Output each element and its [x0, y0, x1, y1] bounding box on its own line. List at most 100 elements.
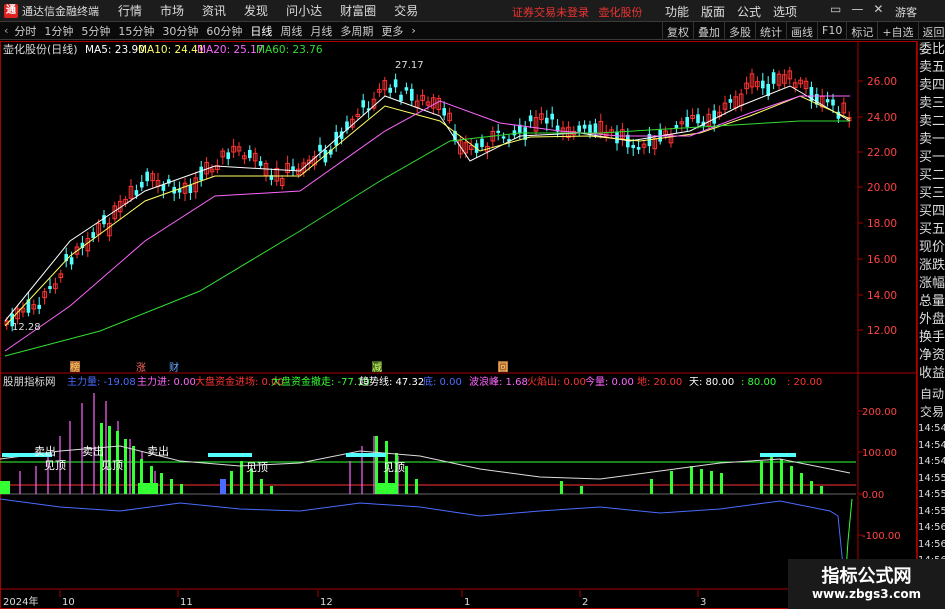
right-menu: 功能 版面 公式 选项: [665, 3, 809, 20]
side-item[interactable]: 买二: [918, 167, 945, 185]
side-item[interactable]: 现价: [918, 239, 945, 257]
period-1min[interactable]: 1分钟: [44, 23, 73, 39]
ma20-label: MA20: 25.17: [197, 44, 264, 56]
app-logo-icon: 通: [4, 3, 18, 18]
menu-layout[interactable]: 版面: [701, 3, 725, 20]
period-daily[interactable]: 日线: [250, 23, 272, 39]
side-item[interactable]: 换手: [918, 329, 945, 347]
side-item[interactable]: 卖三: [918, 95, 945, 113]
chevron-right-icon[interactable]: ›: [411, 24, 415, 37]
price-tick-label: 26.00: [867, 76, 897, 88]
sell-signal-label: 卖出: [82, 444, 104, 458]
side-item[interactable]: 卖四: [918, 77, 945, 95]
side-item[interactable]: 收益: [918, 365, 945, 383]
indicator-value: 今量: 0.00: [585, 375, 634, 388]
month-label: 10: [62, 597, 75, 608]
low-price-label: 12.28: [12, 322, 41, 333]
side-item[interactable]: 委比: [918, 41, 945, 59]
guest-user[interactable]: 游客: [895, 4, 917, 20]
indicator-value: 天: 80.00: [689, 377, 734, 388]
period-60min[interactable]: 60分钟: [206, 23, 242, 39]
side-item[interactable]: 卖五: [918, 59, 945, 77]
event-marker-jian[interactable]: 减: [372, 362, 382, 374]
ma-lines: [4, 85, 851, 357]
menu-trade[interactable]: 交易: [394, 2, 418, 19]
candle-down: [831, 99, 835, 106]
sell-signal-label: 卖出: [147, 444, 169, 458]
menu-market[interactable]: 市场: [160, 2, 184, 19]
period-5min[interactable]: 5分钟: [81, 23, 110, 39]
watermark-title: 指标公式网: [821, 566, 912, 587]
ma-line-0: [4, 85, 851, 322]
side-item[interactable]: 涨幅: [918, 275, 945, 293]
add-watchlist-button[interactable]: +自选: [877, 22, 917, 40]
menu-discover[interactable]: 发现: [244, 2, 268, 19]
side-item[interactable]: 买四: [918, 203, 945, 221]
kline-chart[interactable]: 壶化股份(日线) MA5: 23.90 MA10: 24.41 MA20: 25…: [0, 41, 917, 609]
menu-news[interactable]: 资讯: [202, 2, 226, 19]
mark-button[interactable]: 标记: [846, 22, 877, 40]
f10-button[interactable]: F10: [817, 22, 846, 40]
side-item[interactable]: 自动: [918, 385, 945, 403]
period-monthly[interactable]: 月线: [310, 23, 332, 39]
menu-formula[interactable]: 公式: [737, 3, 761, 20]
side-item[interactable]: 交易: [918, 403, 945, 421]
candle-down: [145, 171, 149, 182]
candle-down: [404, 87, 409, 91]
candle-down: [593, 123, 598, 133]
back-button[interactable]: 返回: [917, 22, 945, 40]
chevron-left-icon[interactable]: ‹: [4, 24, 8, 37]
menu-wealth[interactable]: 财富圈: [340, 2, 376, 19]
side-item[interactable]: 卖一: [918, 131, 945, 149]
login-status[interactable]: 证券交易未登录 壶化股份: [512, 4, 643, 20]
draw-button[interactable]: 画线: [786, 22, 817, 40]
side-item[interactable]: 涨跌: [918, 257, 945, 275]
side-item[interactable]: 外盘: [918, 311, 945, 329]
period-15min[interactable]: 15分钟: [118, 23, 154, 39]
indicator-name[interactable]: 股朋指标网: [3, 375, 56, 388]
watermark-url: www.zbgs3.com: [811, 587, 922, 601]
overlay-button[interactable]: 叠加: [693, 22, 724, 40]
period-weekly[interactable]: 周线: [280, 23, 302, 39]
side-item[interactable]: 净资: [918, 347, 945, 365]
period-toolbar: ‹ 分时 1分钟 5分钟 15分钟 30分钟 60分钟 日线 周线 月线 多周期…: [0, 22, 945, 40]
candle-down: [161, 184, 166, 191]
side-item[interactable]: 买三: [918, 185, 945, 203]
period-multi[interactable]: 多周期: [340, 23, 373, 39]
minimize-icon[interactable]: —: [851, 2, 863, 16]
restore-icon[interactable]: ▭: [830, 2, 841, 16]
period-more[interactable]: 更多: [381, 23, 403, 39]
price-tick-label: 24.00: [867, 112, 897, 124]
login-status-text[interactable]: 证券交易未登录: [512, 6, 589, 19]
stock-link[interactable]: 壶化股份: [599, 6, 643, 19]
high-price-label: 27.17: [395, 60, 424, 71]
candle-down: [550, 113, 554, 120]
adjust-button[interactable]: 复权: [662, 22, 693, 40]
side-time: 14:56: [918, 538, 945, 550]
side-item[interactable]: 卖二: [918, 113, 945, 131]
ma60-label: MA60: 23.76: [256, 44, 323, 56]
side-item[interactable]: 买五: [918, 221, 945, 239]
side-times: 自动 交易 14:54 14:54 14:54 14:55 14:55 14:55 14:56 1…: [918, 385, 945, 570]
indicator-values: 主力量: -19.08 主力进: 0.00 大盘资金进场: 0.00大盘资金撤走: …: [67, 375, 822, 388]
period-intraday[interactable]: 分时: [14, 23, 36, 39]
month-label: 3: [700, 597, 706, 608]
menu-ask[interactable]: 问小达: [286, 2, 322, 19]
multi-stock-button[interactable]: 多股: [724, 22, 755, 40]
event-marker-bang[interactable]: 榜: [70, 361, 80, 374]
candle-down: [771, 72, 776, 84]
event-marker-zhang[interactable]: 涨: [136, 362, 146, 374]
candle-down: [258, 161, 263, 166]
indicator-value: 底: 0.00: [423, 375, 462, 388]
side-item[interactable]: 买一: [918, 149, 945, 167]
menu-quotes[interactable]: 行情: [118, 2, 142, 19]
event-marker-cai[interactable]: 财: [169, 361, 179, 374]
close-icon[interactable]: ✕: [873, 2, 883, 16]
side-item[interactable]: 总量: [918, 293, 945, 311]
event-marker-hui[interactable]: 回: [498, 362, 508, 374]
period-30min[interactable]: 30分钟: [162, 23, 198, 39]
price-tick-label: 18.00: [867, 218, 897, 230]
menu-function[interactable]: 功能: [665, 3, 689, 20]
menu-options[interactable]: 选项: [773, 3, 797, 20]
stats-button[interactable]: 统计: [755, 22, 786, 40]
